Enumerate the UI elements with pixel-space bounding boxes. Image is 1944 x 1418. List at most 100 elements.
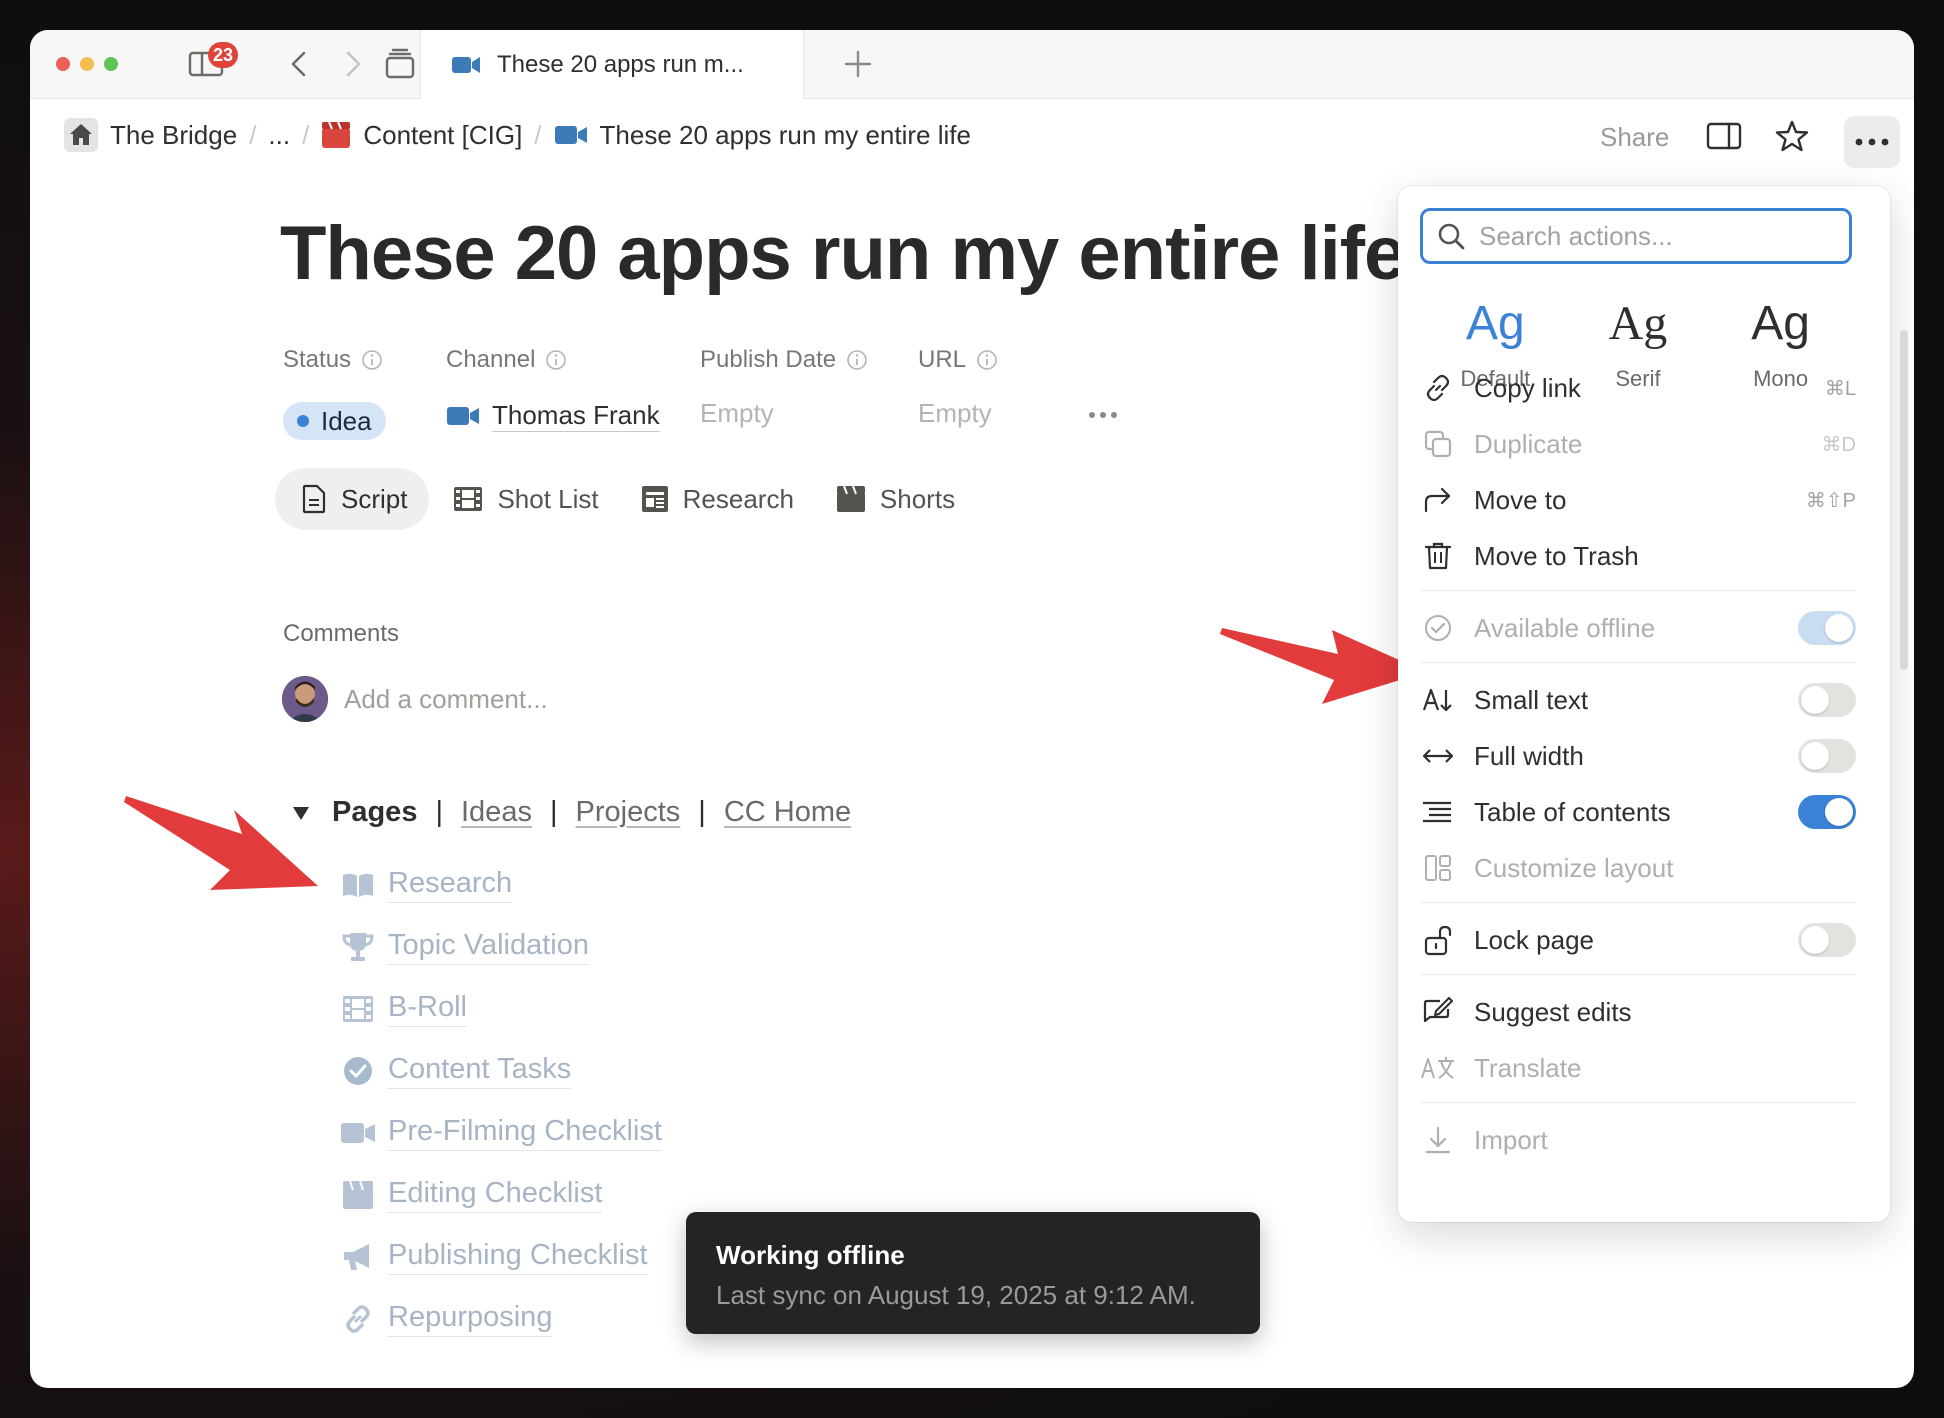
breadcrumb-separator: /: [249, 119, 257, 150]
property-publish-date-label[interactable]: Publish Date: [700, 346, 868, 374]
status-value: Idea: [321, 405, 372, 436]
breadcrumb-home-label: The Bridge: [110, 119, 238, 150]
breadcrumb-separator: /: [302, 119, 310, 150]
share-button[interactable]: Share: [1600, 122, 1669, 153]
link-icon: [340, 1303, 376, 1335]
breadcrumb-ellipsis[interactable]: ...: [262, 120, 296, 151]
full-width-toggle[interactable]: [1798, 739, 1856, 773]
list-item[interactable]: Publishing Checklist: [340, 1226, 662, 1288]
tab-research-label: Research: [682, 483, 794, 514]
menu-item-available-offline[interactable]: Available offline: [1420, 602, 1856, 654]
add-comment-input[interactable]: Add a comment...: [344, 684, 548, 715]
menu-item-label: Table of contents: [1474, 796, 1671, 827]
font-sample-serif: Ag: [1608, 297, 1668, 350]
ellipsis-icon: [1855, 138, 1889, 146]
menu-item-move-to-trash[interactable]: Move to Trash: [1420, 530, 1856, 582]
breadcrumb-home[interactable]: The Bridge: [58, 118, 243, 152]
channel-value[interactable]: Thomas Frank: [446, 400, 660, 432]
tab-research[interactable]: Research: [623, 468, 812, 530]
pages-nav-link-cc-home[interactable]: CC Home: [724, 796, 851, 829]
breadcrumb-current[interactable]: These 20 apps run my entire life: [548, 120, 977, 151]
menu-item-customize-layout[interactable]: Customize layout: [1420, 842, 1856, 894]
video-camera-icon: [554, 124, 588, 146]
tab-shorts[interactable]: Shorts: [818, 468, 973, 530]
more-options-button[interactable]: [1844, 116, 1900, 168]
new-tab-button[interactable]: [838, 48, 878, 80]
clapperboard-icon: [321, 121, 351, 149]
scrollbar[interactable]: [1900, 330, 1908, 670]
suggest-edit-icon: [1420, 997, 1456, 1027]
small-text-toggle[interactable]: [1798, 683, 1856, 717]
list-item[interactable]: Repurposing: [340, 1288, 662, 1350]
shortcut-hint: ⌘L: [1824, 377, 1856, 400]
more-properties-button[interactable]: [1088, 406, 1118, 424]
pages-nav-current[interactable]: Pages: [332, 796, 417, 829]
table-of-contents-toggle[interactable]: [1798, 795, 1856, 829]
list-item[interactable]: Topic Validation: [340, 916, 662, 978]
side-peek-button[interactable]: [1704, 116, 1744, 156]
tab-shot-list[interactable]: Shot List: [435, 468, 616, 530]
pages-nav-link-ideas[interactable]: Ideas: [461, 796, 532, 829]
breadcrumb-ellipsis-label: ...: [268, 119, 291, 150]
channel-name: Thomas Frank: [492, 400, 660, 432]
tab-current-page[interactable]: These 20 apps run m...: [420, 30, 804, 99]
page-title[interactable]: These 20 apps run my entire life: [280, 210, 1406, 297]
menu-item-full-width[interactable]: Full width: [1420, 730, 1856, 782]
menu-item-lock-page[interactable]: Lock page: [1420, 914, 1856, 966]
stacked-pages-icon: [385, 48, 415, 79]
shortcut-hint: ⌘⇧P: [1805, 489, 1856, 512]
list-item[interactable]: Editing Checklist: [340, 1164, 662, 1226]
menu-item-copy-link[interactable]: Copy link ⌘L: [1420, 362, 1856, 414]
breadcrumb-parent[interactable]: Content [CIG]: [315, 120, 528, 151]
info-icon: [361, 349, 383, 371]
menu-item-move-to[interactable]: Move to ⌘⇧P: [1420, 474, 1856, 526]
list-item[interactable]: Pre-Filming Checklist: [340, 1102, 662, 1164]
menu-item-translate[interactable]: Translate: [1420, 1042, 1856, 1094]
star-icon: [1775, 120, 1809, 152]
pages-nav-separator: |: [435, 796, 443, 828]
lock-page-toggle[interactable]: [1798, 923, 1856, 957]
status-badge[interactable]: Idea: [283, 402, 386, 440]
list-item-label: Research: [388, 867, 513, 903]
avatar: [282, 676, 328, 722]
menu-item-table-of-contents[interactable]: Table of contents: [1420, 786, 1856, 838]
property-url-label[interactable]: URL: [918, 346, 998, 374]
menu-item-import[interactable]: Import: [1420, 1114, 1856, 1166]
book-icon: [340, 871, 376, 899]
search-icon: [1438, 223, 1465, 250]
back-button[interactable]: [284, 48, 314, 80]
list-item[interactable]: Research: [340, 854, 662, 916]
menu-divider: [1420, 662, 1856, 663]
close-window-button[interactable]: [56, 57, 70, 71]
url-value[interactable]: Empty: [918, 398, 992, 429]
publish-date-value[interactable]: Empty: [700, 398, 774, 429]
menu-divider: [1420, 590, 1856, 591]
menu-item-duplicate[interactable]: Duplicate ⌘D: [1420, 418, 1856, 470]
property-status-label[interactable]: Status: [283, 346, 383, 374]
check-circle-icon: [340, 1055, 376, 1087]
offline-toast: Working offline Last sync on August 19, …: [686, 1212, 1260, 1334]
menu-item-small-text[interactable]: Small text: [1420, 674, 1856, 726]
menu-item-suggest-edits[interactable]: Suggest edits: [1420, 986, 1856, 1038]
maximize-window-button[interactable]: [104, 57, 118, 71]
plus-icon: [844, 50, 872, 78]
menu-item-label: Move to Trash: [1474, 540, 1639, 571]
list-item-label: Publishing Checklist: [388, 1239, 648, 1275]
menu-item-label: Full width: [1474, 740, 1584, 771]
tab-script[interactable]: Script: [275, 468, 430, 530]
favorite-button[interactable]: [1772, 116, 1812, 156]
browser-window: 23 These 20 apps run m... The Bridge / .…: [30, 30, 1914, 1388]
font-sample-mono: Ag: [1751, 297, 1810, 350]
search-actions-field[interactable]: [1420, 208, 1852, 264]
pages-toggle-header: Pages | Ideas | Projects | CC Home: [292, 796, 851, 829]
pages-nav-link-projects[interactable]: Projects: [576, 796, 681, 829]
list-item[interactable]: Content Tasks: [340, 1040, 662, 1102]
breadcrumb: The Bridge / ... / Content [CIG] / These…: [58, 114, 977, 156]
minimize-window-button[interactable]: [80, 57, 94, 71]
property-status-label-text: Status: [283, 346, 352, 373]
property-channel-label-text: Channel: [446, 346, 536, 373]
available-offline-toggle[interactable]: [1798, 611, 1856, 645]
property-channel-label[interactable]: Channel: [446, 346, 567, 374]
search-actions-input[interactable]: [1477, 219, 1821, 253]
list-item[interactable]: B-Roll: [340, 978, 662, 1040]
